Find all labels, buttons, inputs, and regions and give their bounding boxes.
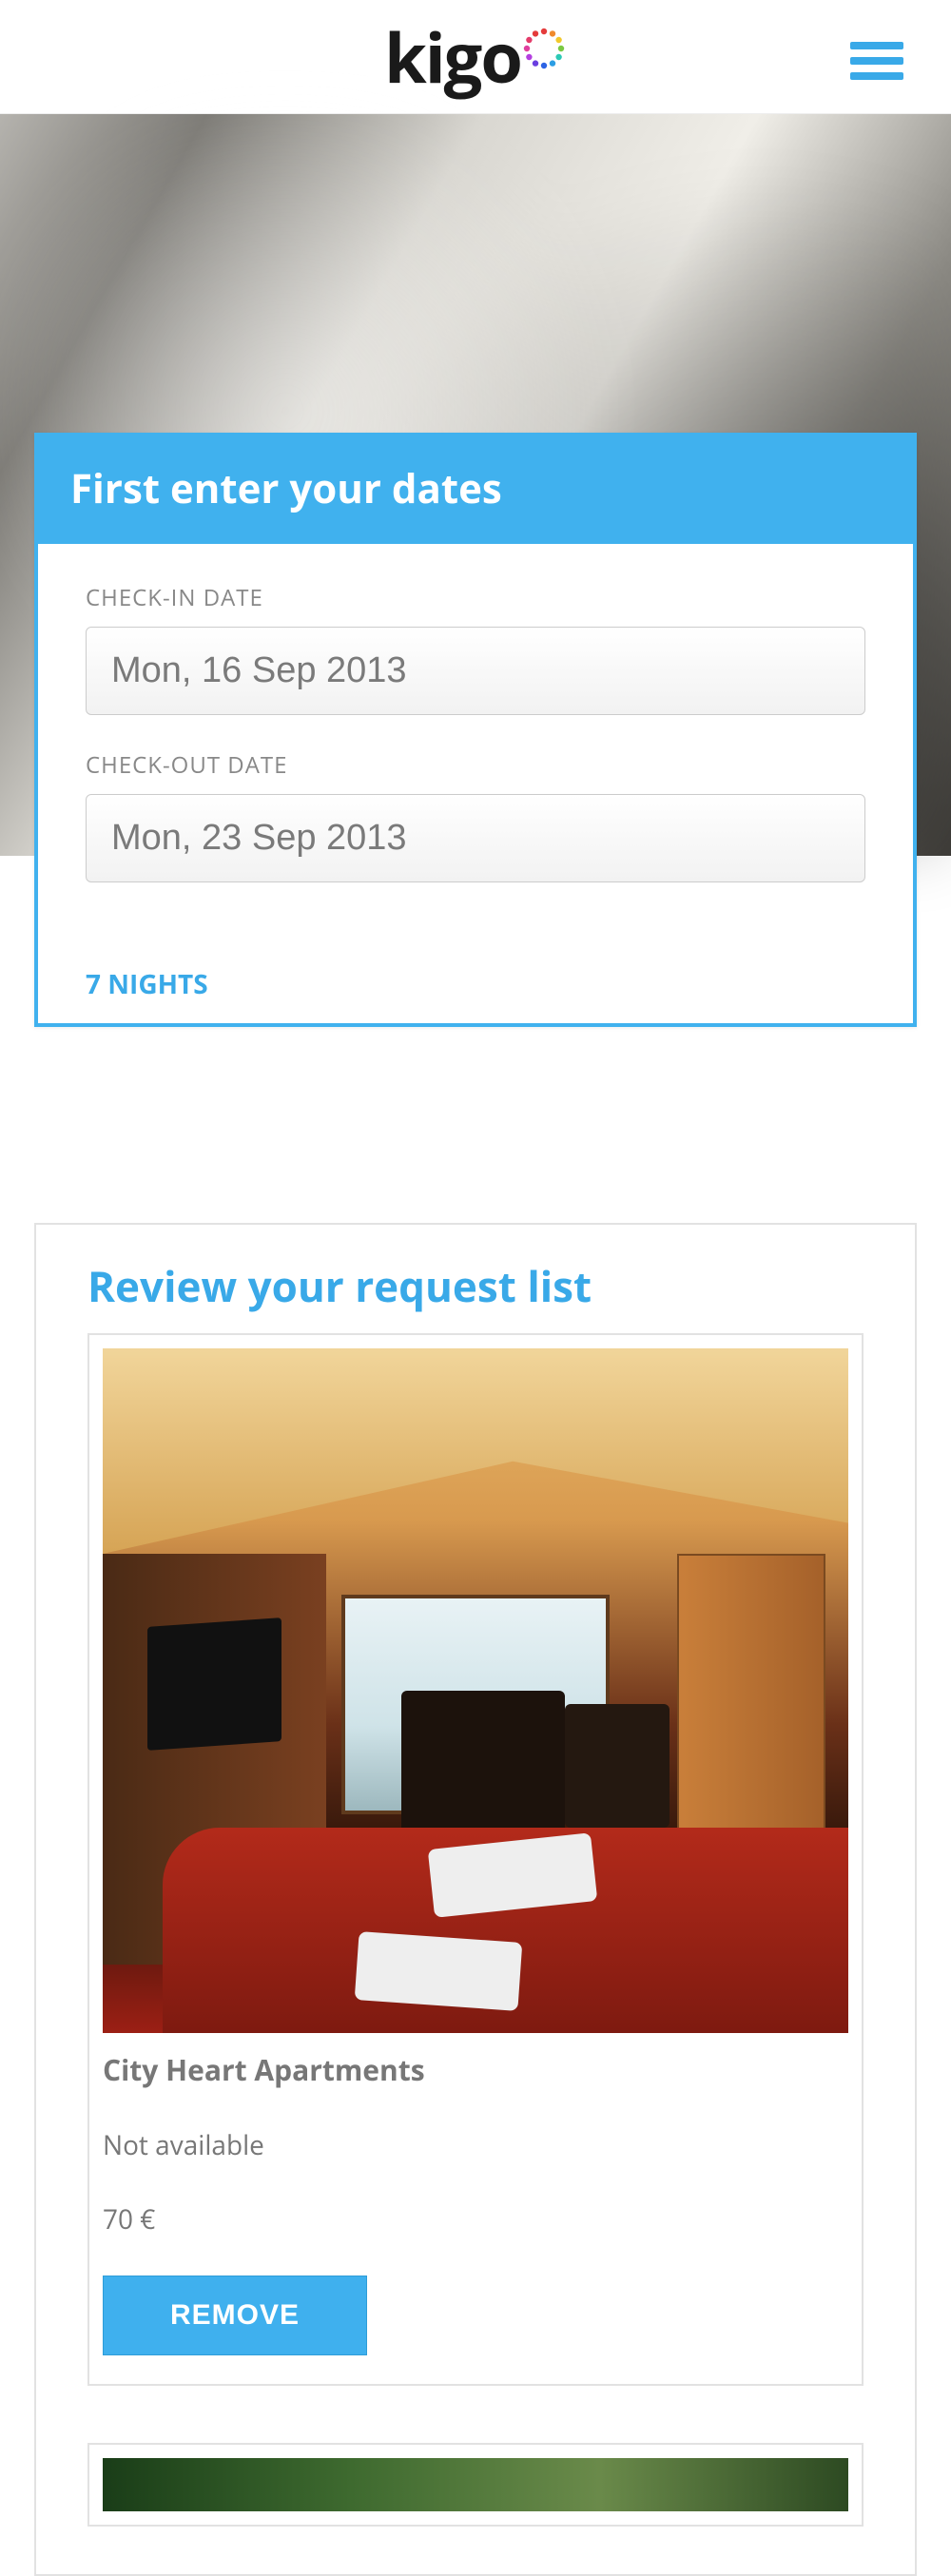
listing-status: Not available <box>103 2127 848 2163</box>
listing-price: 70 € <box>103 2201 848 2237</box>
dates-title: First enter your dates <box>38 436 913 544</box>
app-header: kigo <box>0 0 951 114</box>
listing-photo[interactable] <box>103 1348 848 2033</box>
checkin-input[interactable] <box>86 627 865 715</box>
checkin-label: CHECK-IN DATE <box>86 582 865 613</box>
review-title: Review your request list <box>87 1257 864 1314</box>
hero-background: First enter your dates CHECK-IN DATE CHE… <box>0 114 951 856</box>
listing-photo[interactable] <box>103 2458 848 2511</box>
remove-button[interactable]: REMOVE <box>103 2276 367 2355</box>
menu-icon[interactable] <box>850 42 903 87</box>
listing-item: City Heart Apartments Not available 70 €… <box>87 1333 864 2386</box>
brand-text: kigo <box>384 10 521 104</box>
nights-count: 7 NIGHTS <box>38 939 913 1023</box>
checkout-input[interactable] <box>86 794 865 882</box>
listing-item <box>87 2443 864 2527</box>
dates-body: CHECK-IN DATE CHECK-OUT DATE <box>38 544 913 939</box>
review-card: Review your request list City Heart Apar… <box>34 1223 917 2576</box>
checkout-field: CHECK-OUT DATE <box>86 749 865 882</box>
brand-logo[interactable]: kigo <box>384 10 567 104</box>
listing-name: City Heart Apartments <box>103 2050 848 2089</box>
spinner-icon <box>521 26 567 71</box>
dates-card: First enter your dates CHECK-IN DATE CHE… <box>34 433 917 1027</box>
checkin-field: CHECK-IN DATE <box>86 582 865 715</box>
checkout-label: CHECK-OUT DATE <box>86 749 865 781</box>
